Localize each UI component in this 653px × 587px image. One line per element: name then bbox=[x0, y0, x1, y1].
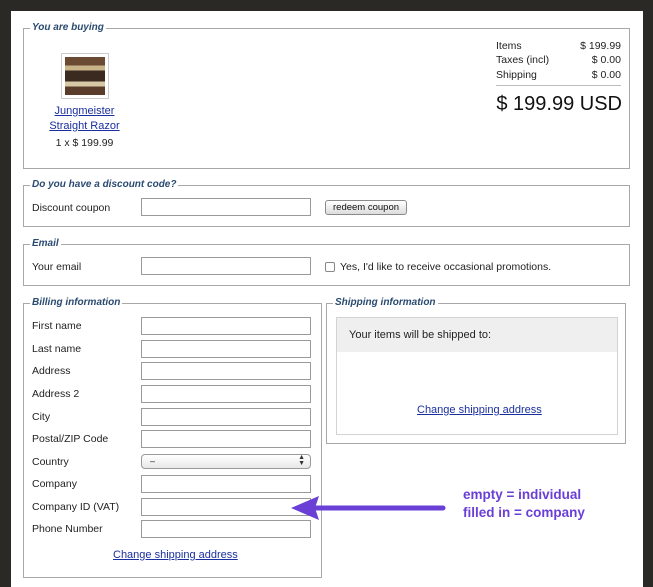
email-legend: Email bbox=[30, 237, 61, 251]
last-name-input[interactable] bbox=[141, 340, 311, 358]
shipping-section: Shipping information Your items will be … bbox=[326, 296, 626, 444]
summary-items-value: $ 199.99 bbox=[580, 40, 621, 52]
address-label: Address bbox=[32, 365, 71, 377]
city-input[interactable] bbox=[141, 408, 311, 426]
email-section: Email Your email Yes, I'd like to receiv… bbox=[23, 237, 630, 286]
company-label: Company bbox=[32, 478, 77, 490]
promotions-checkbox[interactable] bbox=[325, 262, 335, 272]
phone-input[interactable] bbox=[141, 520, 311, 538]
discount-section: Do you have a discount code? Discount co… bbox=[23, 178, 630, 227]
product-thumbnail[interactable] bbox=[61, 53, 109, 99]
summary-shipping-row: Shipping $ 0.00 bbox=[496, 69, 621, 81]
phone-label: Phone Number bbox=[32, 523, 103, 535]
select-arrows-icon: ▲ ▼ bbox=[298, 454, 305, 467]
first-name-input[interactable] bbox=[141, 317, 311, 335]
summary-shipping-label: Shipping bbox=[496, 69, 537, 81]
email-label: Your email bbox=[32, 261, 82, 273]
first-name-label: First name bbox=[32, 320, 82, 332]
last-name-label: Last name bbox=[32, 343, 82, 355]
address2-input[interactable] bbox=[141, 385, 311, 403]
address2-label: Address 2 bbox=[32, 388, 80, 400]
discount-legend: Do you have a discount code? bbox=[30, 178, 179, 192]
annotation-note-line2: filled in = company bbox=[463, 505, 585, 520]
product-name-line2[interactable]: Straight Razor bbox=[24, 120, 145, 132]
shipping-change-address-link[interactable]: Change shipping address bbox=[417, 404, 542, 416]
country-select[interactable]: – ▲ ▼ bbox=[141, 454, 311, 469]
razor-image bbox=[65, 57, 105, 95]
postal-code-input[interactable] bbox=[141, 430, 311, 448]
summary-shipping-value: $ 0.00 bbox=[591, 69, 621, 81]
product-name-line1[interactable]: Jungmeister bbox=[24, 105, 145, 117]
annotation-arrow bbox=[291, 496, 446, 520]
summary-items-row: Items $ 199.99 bbox=[496, 40, 621, 52]
promotions-label: Yes, I'd like to receive occasional prom… bbox=[340, 261, 552, 273]
annotation-note-line1: empty = individual bbox=[463, 487, 582, 502]
city-label: City bbox=[32, 411, 51, 423]
you-are-buying-legend: You are buying bbox=[30, 21, 106, 35]
postal-code-label: Postal/ZIP Code bbox=[32, 433, 109, 445]
email-input[interactable] bbox=[141, 257, 311, 275]
country-label: Country bbox=[32, 456, 69, 468]
billing-change-shipping-link[interactable]: Change shipping address bbox=[113, 549, 238, 561]
summary-taxes-label: Taxes (incl) bbox=[496, 54, 550, 66]
company-id-input[interactable] bbox=[141, 498, 311, 516]
company-id-label: Company ID (VAT) bbox=[32, 501, 120, 513]
summary-items-label: Items bbox=[496, 40, 522, 52]
billing-section: Billing information First name Last name… bbox=[23, 296, 322, 578]
discount-coupon-input[interactable] bbox=[141, 198, 311, 216]
checkout-page: You are buying Jungmeister Straight Razo… bbox=[11, 11, 643, 587]
shipping-legend: Shipping information bbox=[333, 296, 438, 310]
summary-taxes-value: $ 0.00 bbox=[591, 54, 621, 66]
address-input[interactable] bbox=[141, 362, 311, 380]
shipped-to-label: Your items will be shipped to: bbox=[349, 329, 492, 341]
discount-coupon-label: Discount coupon bbox=[32, 202, 111, 214]
country-selected-value: – bbox=[150, 456, 156, 466]
product-quantity-price: 1 x $ 199.99 bbox=[55, 137, 114, 149]
order-total: $ 199.99 USD bbox=[496, 93, 622, 115]
summary-divider bbox=[496, 85, 621, 86]
you-are-buying-section: You are buying Jungmeister Straight Razo… bbox=[23, 21, 630, 169]
summary-taxes-row: Taxes (incl) $ 0.00 bbox=[496, 54, 621, 66]
billing-legend: Billing information bbox=[30, 296, 123, 310]
redeem-coupon-button[interactable]: redeem coupon bbox=[325, 200, 408, 215]
company-input[interactable] bbox=[141, 475, 311, 493]
shipping-address-panel: Your items will be shipped to: Change sh… bbox=[336, 317, 618, 435]
